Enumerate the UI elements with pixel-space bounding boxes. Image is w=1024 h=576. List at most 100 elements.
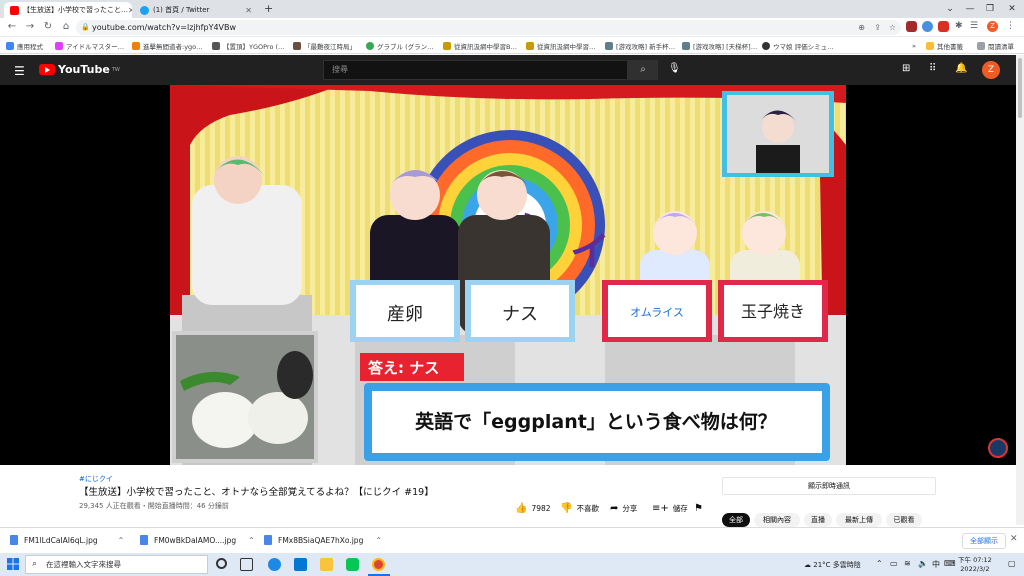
new-tab-button[interactable]: +: [264, 2, 273, 15]
avatar[interactable]: Z: [982, 61, 1000, 79]
chevron-right-icon[interactable]: »: [912, 40, 916, 52]
cortana-icon[interactable]: [216, 558, 227, 569]
clock[interactable]: 下午 07:12 2022/3/2: [958, 556, 992, 574]
show-all-button[interactable]: 全部顯示: [962, 533, 1006, 549]
site-icon: [605, 42, 613, 50]
home-icon[interactable]: ⌂: [59, 20, 73, 34]
like-button[interactable]: 👍 7982: [515, 503, 551, 514]
keyboard-icon[interactable]: ⌨: [944, 559, 956, 568]
forward-icon[interactable]: →: [23, 20, 37, 34]
bookmark-item[interactable]: [游戏攻略] 新手杯…: [605, 40, 675, 52]
tab-strip: 【生放送】小学校で習ったこと… ✕ (1) 首頁 / Twitter ✕ + ⌄…: [0, 0, 1024, 18]
windows-start-icon[interactable]: [7, 558, 19, 570]
chevron-up-icon[interactable]: ⌃: [248, 536, 255, 545]
edge-icon[interactable]: [268, 558, 281, 571]
share-icon[interactable]: ⇪: [874, 20, 881, 35]
file-explorer-icon[interactable]: [320, 558, 333, 571]
more-menu-icon[interactable]: ⋮: [1006, 21, 1017, 32]
dislike-button[interactable]: 👎 不喜歡: [560, 503, 599, 514]
image-file-icon: [140, 535, 148, 545]
page-scrollbar[interactable]: [1016, 55, 1024, 525]
restore-icon[interactable]: ❐: [978, 0, 1002, 18]
site-icon: [443, 42, 451, 50]
show-chat-button[interactable]: 顯示即時通訊: [722, 477, 936, 495]
search-button[interactable]: ⌕: [628, 60, 658, 80]
volume-icon[interactable]: 🔈: [918, 559, 928, 568]
back-icon[interactable]: ←: [5, 20, 19, 34]
ime-icon[interactable]: 中: [932, 559, 940, 570]
report-button[interactable]: ⚑: [694, 503, 707, 514]
close-icon[interactable]: ✕: [128, 6, 132, 15]
download-item[interactable]: FM0wBkDaIAMO....jpg ⌃: [140, 535, 255, 545]
extension-icon[interactable]: [938, 21, 949, 32]
download-item[interactable]: FMx8BSiaQAE7hXo.jpg ⌃: [264, 535, 382, 545]
close-icon[interactable]: ✕: [245, 6, 252, 15]
install-icon[interactable]: ⊕: [858, 20, 865, 35]
download-item[interactable]: FM1lLdCaIAI6qL.jpg ⌃: [10, 535, 124, 545]
tray-chevron-icon[interactable]: ⌃: [876, 559, 883, 568]
youtube-logo[interactable]: YouTube TW: [39, 63, 120, 76]
share-arrow-icon: ➦: [610, 503, 619, 514]
profile-avatar[interactable]: Z: [987, 21, 998, 32]
video-frame[interactable]: ツ イ: [170, 85, 846, 465]
extension-icon[interactable]: [922, 21, 933, 32]
apps-grid-icon[interactable]: ⠿: [929, 63, 936, 74]
network-icon[interactable]: ▭: [890, 559, 898, 568]
site-icon: [762, 42, 770, 50]
eggplant-photo: [172, 331, 318, 463]
bookmark-item[interactable]: グラブル (グラン…: [366, 40, 434, 52]
reading-list-icon[interactable]: ☰: [970, 21, 981, 32]
bookmark-folder[interactable]: 其他書籤: [926, 40, 963, 52]
tab-twitter[interactable]: (1) 首頁 / Twitter ✕: [134, 2, 258, 18]
mail-icon[interactable]: [294, 558, 307, 571]
line-icon[interactable]: [346, 558, 359, 571]
bookmark-item[interactable]: [游戏攻略] [天梯杯]…: [682, 40, 757, 52]
weather-widget[interactable]: ☁ 21°C 多雲時陰: [804, 560, 861, 570]
hamburger-menu-icon[interactable]: ☰: [14, 64, 25, 78]
bookmark-item[interactable]: 從資訊汲網中學習B…: [443, 40, 517, 52]
taskbar-search-input[interactable]: ⌕ 在這裡輸入文字來搜尋: [25, 555, 208, 574]
chip-recent[interactable]: 最新上傳: [836, 513, 882, 527]
bookmark-item[interactable]: ウマ娘 評価シミュ…: [762, 40, 834, 52]
taskbar: ⌕ 在這裡輸入文字來搜尋 ☁ 21°C 多雲時陰 ⌃ ▭ ≋ 🔈 中 ⌨ 下午 …: [0, 553, 1024, 576]
answer-card-1: 産卵: [387, 304, 423, 325]
folder-icon: [926, 42, 934, 50]
save-label: 儲存: [672, 504, 688, 513]
puzzle-icon[interactable]: ✱: [955, 21, 966, 32]
notifications-bell-icon[interactable]: 🔔: [955, 63, 967, 74]
close-icon[interactable]: ✕: [1010, 534, 1018, 544]
task-view-icon[interactable]: [240, 558, 253, 571]
chip-watched[interactable]: 已觀看: [886, 513, 922, 527]
save-button[interactable]: ≡+ 儲存: [652, 503, 688, 514]
window-close-icon[interactable]: ✕: [1000, 0, 1024, 18]
wifi-icon[interactable]: ≋: [904, 559, 911, 568]
bookmark-item[interactable]: 進擊無間道者:ygo…: [132, 40, 203, 52]
bookmark-star-icon[interactable]: ☆: [889, 20, 896, 35]
chip-related[interactable]: 相關內容: [754, 513, 800, 527]
microphone-icon[interactable]: 🎙: [668, 63, 681, 74]
chevron-up-icon[interactable]: ⌃: [375, 536, 382, 545]
chip-live[interactable]: 直播: [804, 513, 832, 527]
video-player[interactable]: ツ イ: [0, 85, 1016, 465]
search-input[interactable]: 搜尋: [323, 60, 628, 80]
bookmark-item[interactable]: 「最難夜江時局」: [293, 40, 356, 52]
hashtag-link[interactable]: #にじクイ: [79, 474, 113, 484]
notification-center-icon[interactable]: ▢: [1008, 559, 1016, 568]
bookmark-item[interactable]: 從資訊汲網中學習…: [526, 40, 596, 52]
chevron-up-icon[interactable]: ⌃: [118, 536, 125, 545]
bookmark-item[interactable]: 【置頂】YGOPro (…: [212, 40, 285, 52]
tab-youtube[interactable]: 【生放送】小学校で習ったこと… ✕: [4, 2, 132, 18]
chip-all[interactable]: 全部: [722, 513, 750, 527]
bookmark-item[interactable]: 應用程式: [6, 40, 43, 52]
reading-list[interactable]: 閱讀清單: [977, 40, 1014, 52]
address-bar[interactable]: 🔒 youtube.com/watch?v=lzjhfpY4VBw ⊕ ⇪ ☆: [76, 20, 901, 35]
scrollbar-thumb[interactable]: [1018, 58, 1022, 118]
share-button[interactable]: ➦ 分享: [610, 503, 637, 514]
extension-icon[interactable]: [906, 21, 917, 32]
reload-icon[interactable]: ↻: [41, 20, 55, 34]
bookmark-item[interactable]: アイドルマスター…: [55, 40, 124, 52]
chrome-icon[interactable]: [372, 558, 385, 571]
create-video-icon[interactable]: ⊞: [902, 63, 910, 74]
channel-watermark-icon[interactable]: [988, 438, 1008, 458]
youtube-favicon-icon: [10, 5, 19, 15]
